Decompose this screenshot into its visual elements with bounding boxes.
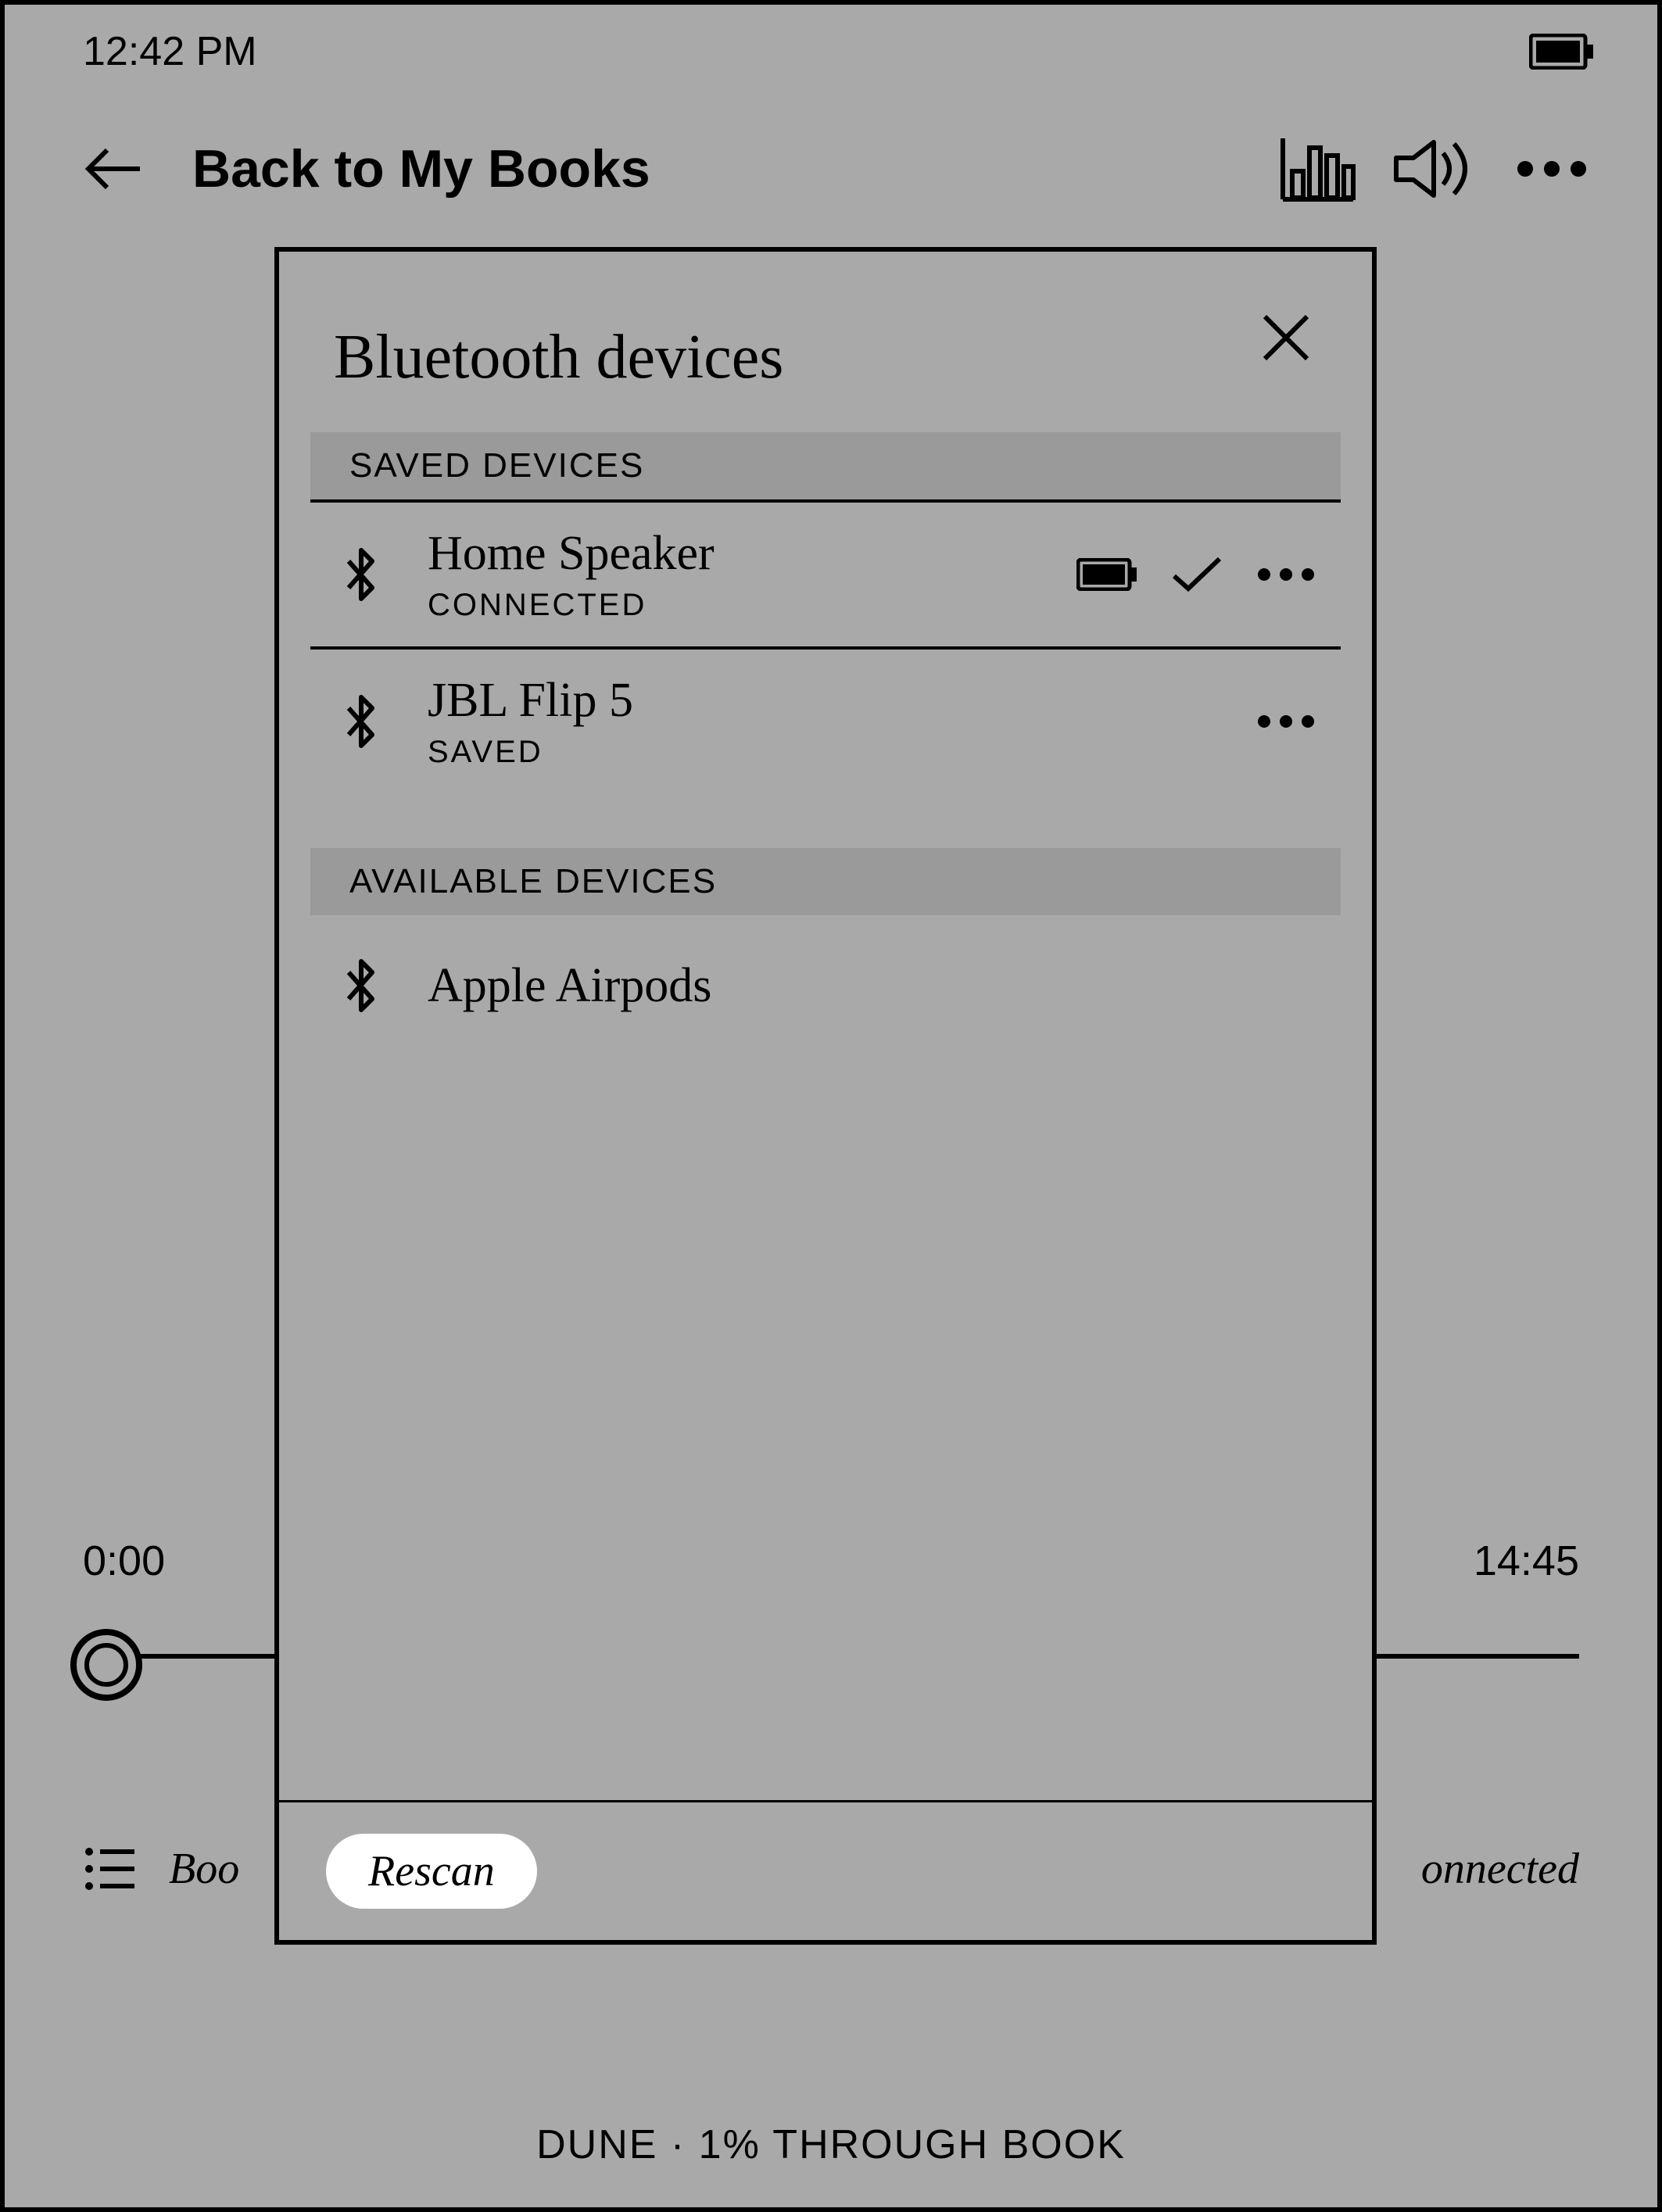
status-bar: 12:42 PM	[5, 5, 1657, 98]
available-devices-list: Apple Airpods	[310, 915, 1341, 1056]
device-row[interactable]: JBL Flip 5 SAVED	[310, 650, 1341, 793]
available-devices-header: AVAILABLE DEVICES	[310, 848, 1341, 915]
connected-label-fragment: onnected	[1421, 1844, 1579, 1894]
device-more-icon[interactable]	[1255, 551, 1317, 598]
stats-icon[interactable]	[1274, 134, 1360, 204]
clock: 12:42 PM	[83, 28, 257, 75]
bluetooth-modal: Bluetooth devices SAVED DEVICES Home Spe…	[274, 247, 1377, 1945]
device-name: Apple Airpods	[428, 958, 1317, 1014]
header: Back to My Books	[5, 114, 1657, 224]
device-name: Home Speaker	[428, 526, 1076, 582]
close-icon[interactable]	[1255, 306, 1317, 369]
modal-header: Bluetooth devices	[279, 252, 1372, 432]
bookmarks-list-icon[interactable]	[83, 1842, 138, 1896]
bluetooth-icon	[334, 958, 389, 1013]
rescan-button[interactable]: Rescan	[326, 1834, 537, 1909]
app-frame: 12:42 PM Back to My Books	[0, 0, 1662, 2212]
device-row[interactable]: Apple Airpods	[310, 915, 1341, 1056]
back-arrow-icon[interactable]	[83, 138, 145, 200]
playback-elapsed: 0:00	[83, 1537, 165, 1585]
bluetooth-icon	[334, 694, 389, 749]
device-name: JBL Flip 5	[428, 673, 1255, 728]
device-row[interactable]: Home Speaker CONNECTED	[310, 503, 1341, 650]
device-status: CONNECTED	[428, 588, 1076, 623]
modal-title: Bluetooth devices	[334, 322, 1317, 393]
bluetooth-icon	[334, 547, 389, 602]
saved-devices-list: Home Speaker CONNECTED	[310, 503, 1341, 793]
more-icon[interactable]	[1509, 134, 1595, 204]
battery-icon	[1529, 34, 1595, 70]
check-icon	[1166, 551, 1228, 598]
saved-devices-header: SAVED DEVICES	[310, 432, 1341, 503]
volume-icon[interactable]	[1392, 134, 1478, 204]
bookmarks-label-fragment: Boo	[169, 1844, 239, 1894]
device-status: SAVED	[428, 735, 1255, 770]
scrubber-knob[interactable]	[70, 1629, 142, 1701]
device-battery-icon	[1076, 551, 1139, 598]
book-progress: DUNE · 1% THROUGH BOOK	[5, 2121, 1657, 2168]
back-label[interactable]: Back to My Books	[192, 138, 650, 199]
device-more-icon[interactable]	[1255, 698, 1317, 745]
modal-footer: Rescan	[279, 1800, 1372, 1940]
playback-remaining: 14:45	[1474, 1537, 1579, 1585]
